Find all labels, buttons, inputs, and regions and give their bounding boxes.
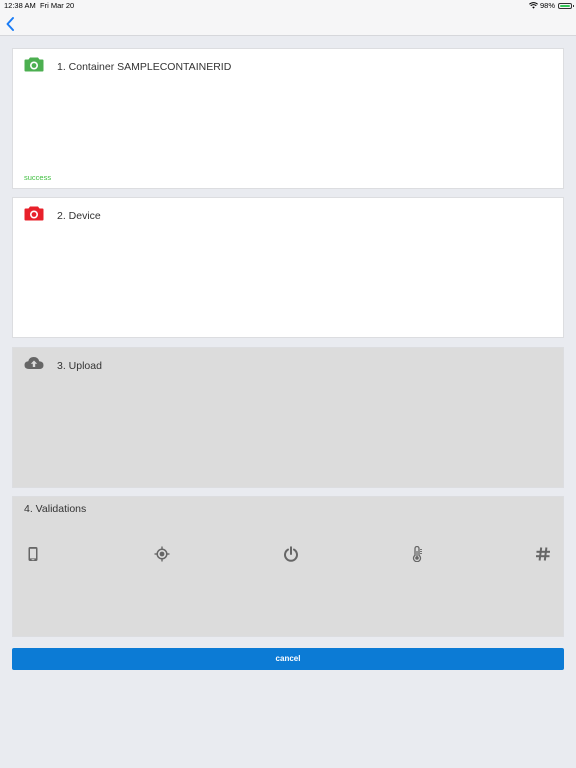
status-bar: 12:38 AM Fri Mar 20 98% (0, 0, 576, 12)
phone-icon (28, 547, 38, 561)
step-title-container: 1. Container SAMPLECONTAINERID (57, 61, 232, 73)
battery-icon (558, 2, 574, 9)
step-status-success: success (24, 173, 52, 182)
step-card-container[interactable]: 1. Container SAMPLECONTAINERID success (12, 48, 564, 189)
wifi-icon (529, 2, 538, 9)
camera-icon (24, 57, 44, 72)
step-title-upload: 3. Upload (57, 360, 102, 372)
validations-card: 4. Validations (12, 496, 564, 637)
cancel-button[interactable]: cancel (12, 648, 564, 670)
step-title-device: 2. Device (57, 210, 101, 222)
power-icon (284, 546, 298, 562)
status-right: 98% (529, 1, 574, 10)
cloud-upload-icon (24, 357, 44, 369)
step-card-device[interactable]: 2. Device (12, 197, 564, 338)
hashtag-icon (536, 547, 550, 561)
step-card-upload[interactable]: 3. Upload (12, 347, 564, 488)
thermometer-icon (412, 546, 422, 562)
validations-title: 4. Validations (24, 503, 87, 515)
navigation-bar (0, 12, 576, 36)
status-time: 12:38 AM (4, 1, 36, 10)
gps-icon (154, 546, 170, 562)
screen: 12:38 AM Fri Mar 20 98% 1. Container SAM… (0, 0, 576, 768)
camera-icon (24, 206, 44, 221)
chevron-left-icon[interactable] (4, 16, 18, 32)
status-date: Fri Mar 20 (40, 1, 75, 10)
battery-percent: 98% (539, 1, 555, 10)
